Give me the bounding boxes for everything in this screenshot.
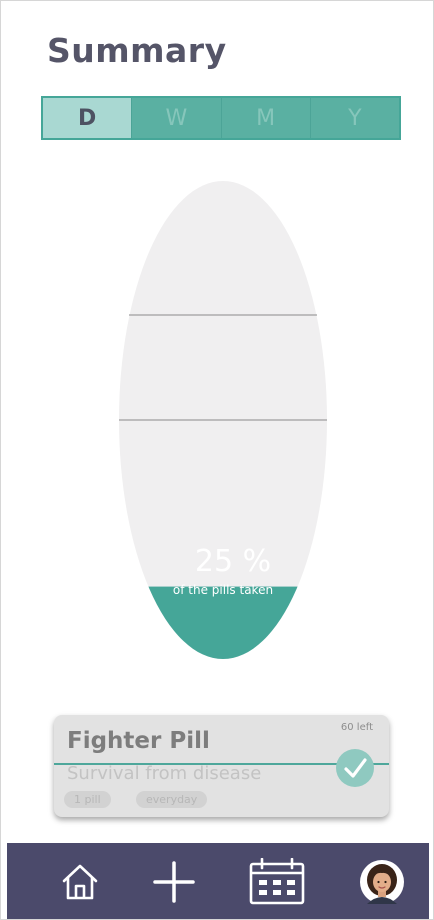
app-screen: Summary D W M Y 25 % of the pills taken … [0,0,434,920]
medication-card[interactable]: 60 left Fighter Pill Survival from disea… [54,715,389,817]
home-icon[interactable] [55,843,105,919]
plus-icon[interactable] [149,843,199,919]
pill-progress-chart: 25 % of the pills taken [119,181,327,659]
dose-tag: 1 pill [64,791,111,808]
bottom-nav [7,843,429,919]
calendar-icon[interactable] [245,843,309,919]
medication-name: Fighter Pill [67,728,210,754]
avatar[interactable] [357,843,407,919]
progress-percent: 25 % [195,544,271,579]
pill-capsule-fill [119,586,327,659]
progress-caption: of the pills taken [173,583,273,597]
pills-remaining: 60 left [340,722,373,733]
check-icon[interactable] [336,749,374,787]
frequency-tag: everyday [136,791,208,808]
medication-description: Survival from disease [67,763,262,784]
